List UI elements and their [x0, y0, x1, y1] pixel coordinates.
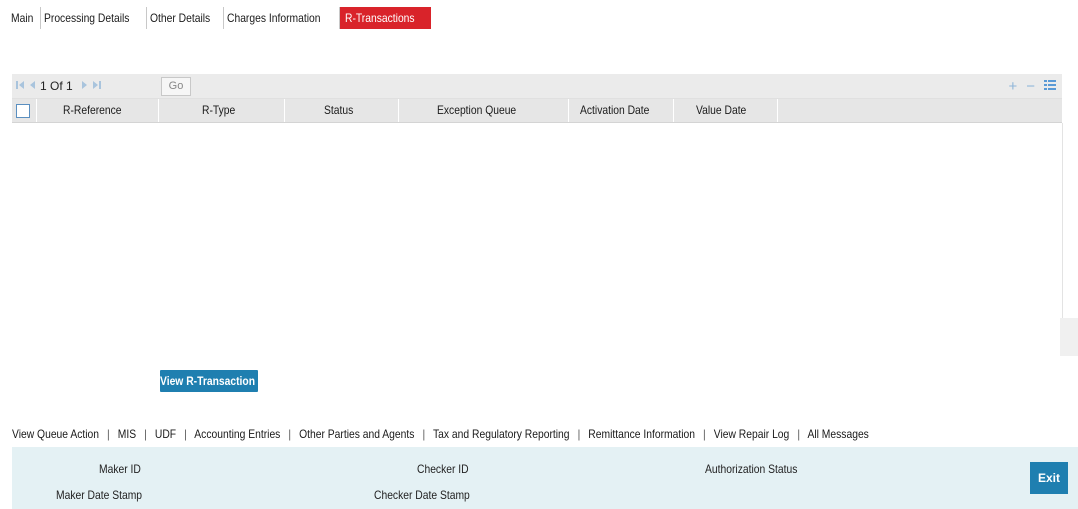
link-separator: |	[422, 427, 426, 441]
tab-other-details-label: Other Details	[150, 11, 211, 25]
pager: 1 Of 1	[14, 74, 103, 98]
tab-processing-details-label: Processing Details	[44, 11, 130, 25]
column-header-label: R-Type	[201, 103, 235, 117]
exit-button[interactable]: Exit	[1030, 462, 1068, 494]
last-page-icon[interactable]	[91, 79, 103, 93]
prev-page-icon[interactable]	[26, 79, 38, 93]
scrollbar[interactable]	[1060, 318, 1078, 356]
maker-date-stamp-text: Maker Date Stamp	[56, 488, 143, 502]
footer-links-inner: View Queue Action | MIS | UDF | Accounti…	[12, 427, 869, 441]
column-header-status[interactable]: Status	[284, 99, 399, 122]
plus-icon[interactable]: +	[1008, 78, 1017, 95]
column-header-r-reference[interactable]: R-Reference	[36, 99, 159, 122]
audit-footer	[12, 447, 1078, 509]
grid-tools: + −	[1008, 74, 1056, 98]
grid-body	[12, 123, 1063, 319]
link-separator: |	[184, 427, 187, 441]
column-header-label: Value Date	[695, 103, 747, 117]
tab-main[interactable]: Main	[8, 7, 42, 29]
link-separator: |	[797, 427, 801, 441]
link-view-repair-log[interactable]: View Repair Log	[714, 427, 790, 441]
page-indicator: 1 Of 1	[40, 79, 73, 93]
column-header-r-type[interactable]: R-Type	[158, 99, 285, 122]
view-r-transaction-button[interactable]: View R-Transaction	[160, 370, 258, 392]
grid-toolbar: 1 Of 1 Go + −	[12, 74, 1062, 99]
column-header-label: Exception Queue	[436, 103, 517, 117]
footer-links: View Queue Action | MIS | UDF | Accounti…	[12, 424, 1008, 444]
view-r-transaction-label: View R-Transaction	[160, 374, 256, 388]
tab-processing-details[interactable]: Processing Details	[41, 7, 148, 29]
link-separator: |	[288, 427, 292, 441]
checker-date-stamp-label: Checker Date Stamp	[374, 488, 485, 502]
column-header-activation-date[interactable]: Activation Date	[568, 99, 674, 122]
link-remittance-information[interactable]: Remittance Information	[588, 427, 695, 441]
link-separator: |	[703, 427, 706, 441]
list-view-icon[interactable]	[1044, 78, 1056, 95]
column-header-label: Status	[323, 103, 354, 117]
grid-header: R-Reference R-Type Status Exception Queu…	[12, 99, 1062, 123]
link-accounting-entries[interactable]: Accounting Entries	[194, 427, 280, 441]
go-button[interactable]: Go	[161, 77, 191, 96]
link-all-messages[interactable]: All Messages	[807, 427, 868, 441]
checker-id-label: Checker ID	[417, 462, 477, 476]
link-udf[interactable]: UDF	[155, 427, 176, 441]
link-tax-and-regulatory-reporting[interactable]: Tax and Regulatory Reporting	[433, 427, 570, 441]
maker-date-stamp-label: Maker Date Stamp	[56, 488, 156, 502]
tab-bar: Main Processing Details Other Details Ch…	[8, 6, 432, 30]
checker-id-text: Checker ID	[417, 462, 469, 476]
link-separator: |	[577, 427, 581, 441]
authorization-status-label: Authorization Status	[705, 462, 812, 476]
column-header-exception-queue[interactable]: Exception Queue	[398, 99, 569, 122]
next-page-icon[interactable]	[79, 79, 91, 93]
link-view-queue-action[interactable]: View Queue Action	[12, 427, 99, 441]
column-header-label: Activation Date	[580, 103, 650, 117]
select-all-cell	[12, 99, 37, 122]
tab-other-details[interactable]: Other Details	[147, 7, 225, 29]
tab-charges-information[interactable]: Charges Information	[224, 7, 341, 29]
tab-main-label: Main	[11, 11, 34, 25]
link-separator: |	[107, 427, 110, 441]
select-all-checkbox[interactable]	[16, 104, 30, 118]
column-header-label: R-Reference	[62, 103, 122, 117]
link-mis[interactable]: MIS	[118, 427, 136, 441]
tab-charges-information-label: Charges Information	[227, 11, 321, 25]
first-page-icon[interactable]	[14, 79, 26, 93]
tab-r-transactions-label: R-Transactions	[345, 11, 415, 25]
checker-date-stamp-text: Checker Date Stamp	[374, 488, 470, 502]
maker-id-text: Maker ID	[99, 462, 141, 476]
maker-id-label: Maker ID	[99, 462, 148, 476]
minus-icon[interactable]: −	[1026, 78, 1035, 95]
column-header-value-date[interactable]: Value Date	[673, 99, 778, 122]
link-separator: |	[144, 427, 147, 441]
link-other-parties-and-agents[interactable]: Other Parties and Agents	[299, 427, 414, 441]
tab-r-transactions[interactable]: R-Transactions	[340, 7, 432, 29]
authorization-status-text: Authorization Status	[705, 462, 798, 476]
